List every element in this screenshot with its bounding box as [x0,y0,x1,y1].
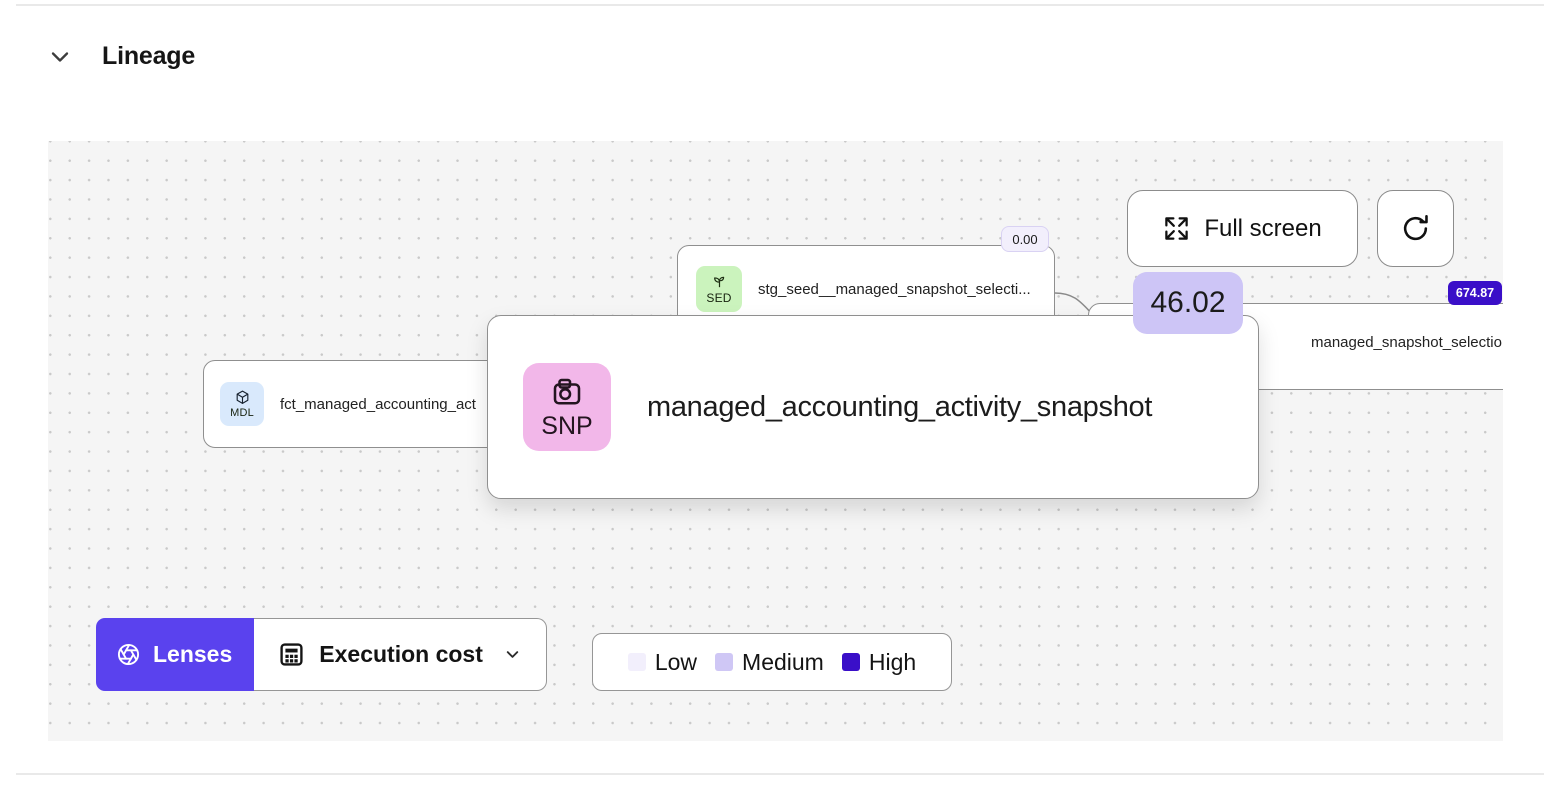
lens-bar: Lenses Execution cost [96,618,547,691]
cube-icon [234,389,251,406]
chevron-down-icon[interactable] [46,43,74,71]
legend-label: Low [654,648,698,675]
node-label: stg_seed__managed_snapshot_selecti... [758,280,1031,298]
legend-item-high: High [841,648,917,676]
node-label: fct_managed_accounting_act [280,395,476,413]
snapshot-type-badge: SNP [523,363,611,451]
seed-type-badge: SED [696,266,742,312]
section-header: Lineage [46,42,195,71]
seedling-icon [711,273,728,290]
cost-legend: Low Medium High [592,633,952,691]
page-title: Lineage [102,42,196,70]
legend-swatch-low [627,653,646,671]
top-divider [16,4,1544,6]
execution-cost-icon [278,641,305,668]
refresh-icon [1400,213,1431,244]
lenses-button[interactable]: Lenses [96,618,255,691]
lens-selector-dropdown[interactable]: Execution cost [254,618,547,691]
lineage-canvas[interactable]: managed_snapshot_selection 674.87 SED st… [48,141,1503,741]
legend-item-low: Low [627,648,698,676]
lenses-label: Lenses [153,641,233,667]
cost-badge-high: 674.87 [1448,281,1502,305]
type-badge-label: MDL [230,407,254,419]
legend-item-medium: Medium [715,649,824,676]
type-badge-label: SNP [541,411,593,440]
lineage-panel: Lineage managed_snapshot_selection 674.8… [0,0,1560,798]
legend-swatch-high [841,653,860,671]
camera-icon [549,374,585,410]
expand-icon [1163,215,1190,242]
node-hover-card-snapshot[interactable]: SNP managed_accounting_activity_snapshot [487,315,1259,499]
chevron-down-icon [503,645,522,664]
cost-badge-low: 0.00 [1001,226,1049,252]
type-badge-label: SED [706,291,732,305]
bottom-divider [16,773,1544,775]
legend-swatch-medium [715,653,734,671]
aperture-icon [116,642,141,667]
full-screen-label: Full screen [1204,214,1322,242]
cost-badge-medium: 46.02 [1133,272,1243,334]
selected-lens-label: Execution cost [319,641,483,667]
legend-label: High [868,648,917,675]
hover-card-title: managed_accounting_activity_snapshot [647,390,1153,423]
refresh-button[interactable] [1377,190,1454,267]
full-screen-button[interactable]: Full screen [1127,190,1358,267]
node-label: managed_snapshot_selection [1311,334,1503,351]
legend-label: Medium [742,648,824,675]
model-type-badge: MDL [220,382,264,426]
